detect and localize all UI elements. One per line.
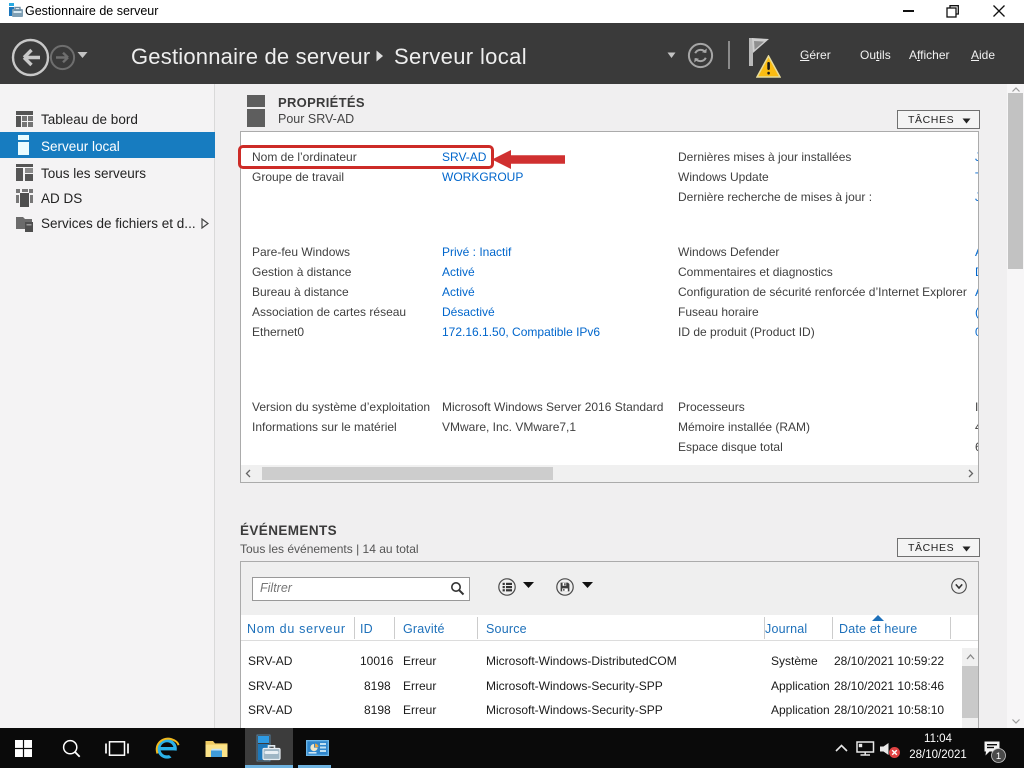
svg-text:1: 1 xyxy=(996,751,1001,762)
